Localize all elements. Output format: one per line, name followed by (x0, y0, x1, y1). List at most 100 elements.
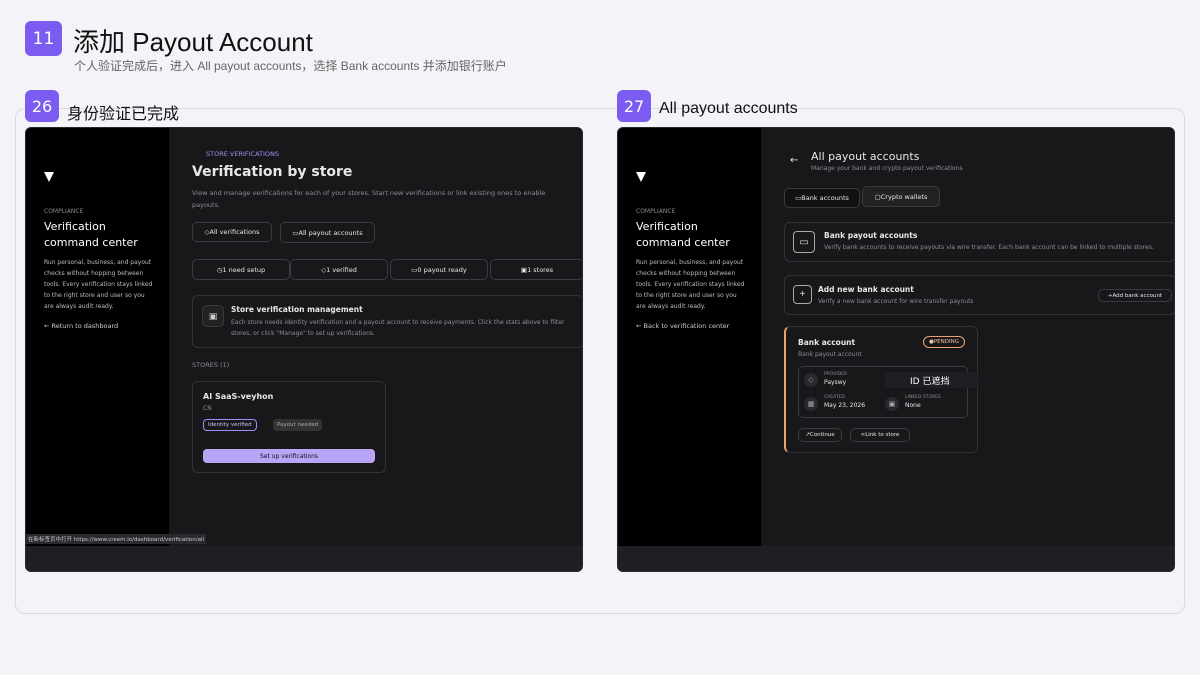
stat-stores[interactable]: ▣ 1 stores (490, 259, 582, 280)
store-icon: ▣ (885, 397, 899, 411)
label: Set up verifications (259, 452, 319, 460)
label: Identity verified (208, 422, 252, 428)
label: All payout accounts (298, 228, 363, 237)
provider-value: Payswy (824, 379, 847, 386)
label: Add bank account (1112, 292, 1163, 299)
add-desc: Verify a new bank account for wire trans… (818, 298, 974, 305)
all-verifications-button[interactable]: ◇ All verifications (192, 222, 272, 242)
screenshot-right: COMPLIANCE Verification command center R… (617, 127, 1175, 572)
sidebar-title-2: command center (44, 236, 138, 249)
tab-crypto-wallets[interactable]: ▢ Crypto wallets (862, 186, 940, 207)
bp-title: Bank payout accounts (824, 231, 918, 240)
back-label: Back to verification center (643, 322, 730, 330)
masked-overlay: ID 已遮挡 (885, 372, 979, 388)
sidebar-title-2: command center (636, 236, 730, 249)
step-badge: 11 (25, 21, 62, 56)
pending-badge: ● PENDING (923, 336, 965, 348)
identity-badge: Identity verified (203, 419, 257, 431)
main-subtitle: Manage your bank and crypto payout verif… (811, 165, 963, 172)
return-link[interactable]: ← Return to dashboard (44, 322, 118, 330)
store-name: AI SaaS-veyhon (203, 392, 274, 401)
stat-need-setup[interactable]: ◷ 1 need setup (192, 259, 290, 280)
status-url: 在新标签页中打开 https://www.creem.io/dashboard/… (26, 534, 207, 544)
all-payout-accounts-button[interactable]: ▭ All payout accounts (280, 222, 375, 243)
main-title: Verification by store (192, 164, 353, 180)
main-title: All payout accounts (811, 150, 920, 163)
continue-button[interactable]: ↗ Continue (798, 428, 842, 442)
label: 1 verified (326, 265, 357, 274)
calendar-icon: ▦ (804, 397, 818, 411)
sidebar-desc: are always audit ready. (44, 303, 114, 310)
label: 1 need setup (222, 265, 266, 274)
tab-bank-accounts[interactable]: ▭ Bank accounts (784, 188, 860, 208)
sidebar-desc: Run personal, business, and payout (636, 259, 744, 266)
sidebar-desc: tools. Every verification stays linked (44, 281, 153, 288)
store-country: CN (203, 405, 212, 412)
step-badge-26: 26 (25, 90, 59, 122)
details-box: ◇ PROVIDER Payswy ID 已遮挡 ▦ CREATED May 2… (798, 366, 979, 418)
store-card[interactable]: AI SaaS-veyhon CN Identity verified Payo… (192, 381, 386, 473)
label: All verifications (209, 228, 260, 236)
sidebar-desc: to the right store and user so you (44, 292, 145, 299)
sidebar-desc: checks without hopping between (44, 270, 144, 277)
payout-badge: Payout needed (273, 419, 323, 431)
bottom-bar (26, 546, 582, 571)
created-value: May 23, 2026 (824, 402, 866, 409)
add-bank-card: + Add new bank account Verify a new bank… (784, 275, 1174, 315)
bp-desc: Verify bank accounts to receive payouts … (824, 244, 1154, 251)
label: 0 payout ready (417, 265, 467, 274)
back-arrow-icon[interactable]: ← (790, 155, 798, 166)
acct-sub: Bank payout account (798, 351, 862, 358)
mgmt-desc-2: stores, or click "Manage" to set up veri… (231, 330, 375, 337)
stores-label: STORES (1) (192, 361, 230, 369)
linked-value: None (905, 402, 921, 409)
shield-icon: ◇ (804, 373, 818, 387)
label: Payout needed (277, 422, 319, 428)
sidebar: COMPLIANCE Verification command center R… (26, 128, 169, 548)
sidebar-desc: tools. Every verification stays linked (636, 281, 745, 288)
label: Continue (809, 432, 835, 438)
back-link[interactable]: ← Back to verification center (636, 322, 729, 330)
sidebar-title: Verification (636, 220, 698, 233)
main-desc-2: payouts. (192, 201, 221, 209)
caption-26: 身份验证已完成 (67, 106, 180, 123)
sidebar-desc: are always audit ready. (636, 303, 706, 310)
eyebrow: STORE VERIFICATIONS (206, 150, 280, 158)
linked-label: LINKED STORES (905, 395, 941, 400)
logo-icon (44, 172, 54, 182)
bank-account-card[interactable]: Bank account Bank payout account ● PENDI… (784, 326, 979, 453)
bank-card-icon: ▭ (793, 231, 815, 253)
mgmt-desc: Each store needs identity verification a… (231, 319, 565, 326)
stat-verified[interactable]: ◇ 1 verified (290, 259, 388, 280)
label: Crypto wallets (880, 192, 928, 201)
arrow-left-icon: ← (44, 322, 52, 330)
sidebar-desc: Run personal, business, and payout (44, 259, 152, 266)
store-icon: ▣ (202, 305, 224, 327)
sidebar-desc: checks without hopping between (636, 270, 736, 277)
screenshot-left: COMPLIANCE Verification command center R… (25, 127, 583, 572)
compliance-label: COMPLIANCE (44, 208, 84, 215)
label: PENDING (933, 339, 959, 345)
stat-payout-ready[interactable]: ▭ 0 payout ready (390, 259, 488, 280)
label: 1 stores (527, 265, 554, 274)
setup-button[interactable]: Set up verifications (203, 449, 375, 463)
logo-icon (636, 172, 646, 182)
label: Bank accounts (801, 194, 849, 202)
compliance-label: COMPLIANCE (636, 208, 676, 215)
arrow-left-icon: ← (636, 322, 644, 330)
plus-icon: + (793, 285, 812, 304)
add-title: Add new bank account (818, 285, 914, 294)
created-label: CREATED (824, 395, 845, 400)
page-subtitle: 个人验证完成后，进入 All payout accounts，选择 Bank a… (74, 59, 507, 73)
add-bank-account-button[interactable]: + Add bank account (1098, 289, 1172, 302)
sidebar: COMPLIANCE Verification command center R… (618, 128, 761, 548)
main-desc: View and manage verifications for each o… (192, 189, 546, 197)
bank-payout-card: ▭ Bank payout accounts Verify bank accou… (784, 222, 1174, 262)
step-badge-27: 27 (617, 90, 651, 122)
page-title: 添加 Payout Account (73, 27, 313, 57)
bottom-bar (618, 546, 1174, 571)
link-to-store-button[interactable]: ∞ Link to store (850, 428, 910, 442)
label: ID 已遮挡 (910, 376, 950, 387)
sidebar-desc: to the right store and user so you (636, 292, 737, 299)
acct-title: Bank account (798, 338, 856, 347)
